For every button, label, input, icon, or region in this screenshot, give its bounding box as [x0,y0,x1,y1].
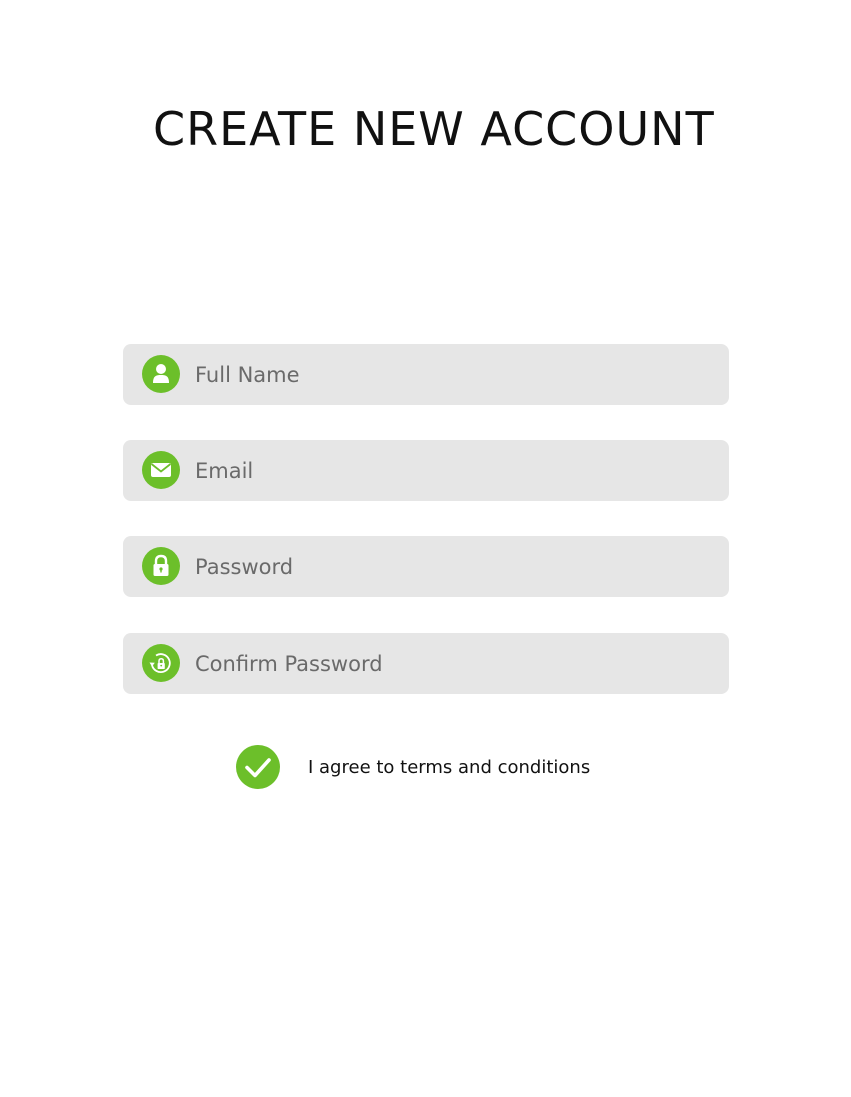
confirm-password-field[interactable] [123,633,729,694]
password-field[interactable] [123,536,729,597]
lock-icon [142,547,180,585]
terms-checkbox[interactable] [236,745,280,789]
confirm-password-input[interactable] [195,633,715,694]
page-title: CREATE NEW ACCOUNT [153,102,715,156]
user-icon [142,355,180,393]
terms-agreement: I agree to terms and conditions [236,745,590,789]
password-input[interactable] [195,536,715,597]
checkmark-icon [245,758,271,778]
lock-refresh-icon [142,644,180,682]
email-input[interactable] [195,440,715,501]
full-name-field[interactable] [123,344,729,405]
envelope-icon [142,451,180,489]
terms-label[interactable]: I agree to terms and conditions [308,757,590,778]
full-name-input[interactable] [195,344,715,405]
email-field[interactable] [123,440,729,501]
